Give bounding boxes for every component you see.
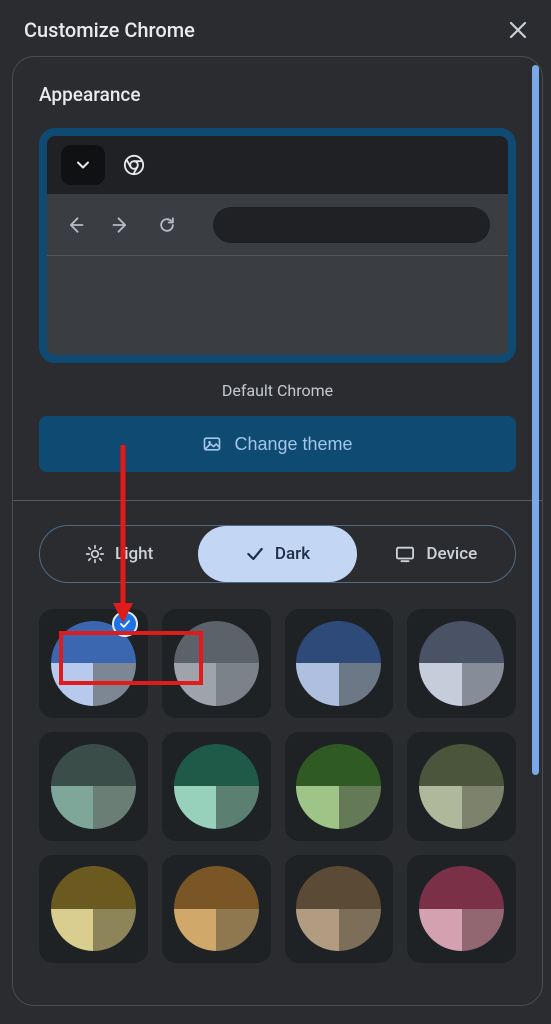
swatch-circle bbox=[296, 621, 381, 706]
back-icon bbox=[65, 215, 85, 235]
chrome-icon bbox=[123, 154, 145, 176]
swatch-circle bbox=[51, 744, 136, 829]
selected-check-icon bbox=[112, 611, 138, 637]
change-theme-button[interactable]: Change theme bbox=[39, 416, 516, 472]
mode-device[interactable]: Device bbox=[357, 526, 515, 582]
mode-light[interactable]: Light bbox=[40, 526, 198, 582]
divider bbox=[13, 500, 542, 501]
preview-toolbar bbox=[47, 194, 508, 256]
customize-chrome-panel: Customize Chrome Appearance bbox=[0, 0, 551, 1024]
swatch-circle bbox=[419, 866, 504, 951]
sun-icon bbox=[85, 544, 105, 564]
color-swatch[interactable] bbox=[162, 732, 271, 841]
swatch-circle bbox=[174, 621, 259, 706]
close-button[interactable] bbox=[509, 21, 527, 39]
mode-device-label: Device bbox=[426, 544, 477, 564]
preview-content bbox=[47, 256, 508, 356]
preview-omnibox bbox=[213, 207, 490, 243]
preview-tab-dropdown bbox=[61, 145, 105, 185]
color-swatch[interactable] bbox=[39, 855, 148, 964]
color-swatch[interactable] bbox=[407, 732, 516, 841]
swatch-circle bbox=[296, 866, 381, 951]
section-title-appearance: Appearance bbox=[39, 83, 516, 106]
color-swatch[interactable] bbox=[162, 855, 271, 964]
preview-tabbar bbox=[47, 136, 508, 194]
color-swatch[interactable] bbox=[285, 732, 394, 841]
color-swatch[interactable] bbox=[285, 609, 394, 718]
change-theme-label: Change theme bbox=[234, 434, 352, 455]
monitor-icon bbox=[394, 545, 416, 563]
theme-name-label: Default Chrome bbox=[39, 381, 516, 400]
swatch-circle bbox=[419, 621, 504, 706]
mode-light-label: Light bbox=[115, 544, 153, 564]
swatch-circle bbox=[419, 744, 504, 829]
image-icon bbox=[202, 434, 222, 454]
color-swatch[interactable] bbox=[407, 609, 516, 718]
check-icon bbox=[245, 544, 265, 564]
forward-icon bbox=[111, 215, 131, 235]
swatch-circle bbox=[174, 866, 259, 951]
reload-icon bbox=[157, 215, 177, 235]
color-swatch[interactable] bbox=[285, 855, 394, 964]
color-swatch[interactable] bbox=[39, 732, 148, 841]
panel-title: Customize Chrome bbox=[24, 18, 195, 42]
mode-dark-label: Dark bbox=[275, 544, 310, 564]
swatch-circle bbox=[51, 866, 136, 951]
color-swatch-grid bbox=[39, 609, 516, 963]
panel-header: Customize Chrome bbox=[0, 0, 551, 56]
color-swatch[interactable] bbox=[39, 609, 148, 718]
swatch-circle bbox=[174, 744, 259, 829]
color-swatch[interactable] bbox=[407, 855, 516, 964]
scroll-area: Appearance bbox=[12, 56, 543, 1006]
scrollbar[interactable] bbox=[532, 65, 539, 775]
swatch-circle bbox=[296, 744, 381, 829]
color-mode-segmented: Light Dark Device bbox=[39, 525, 516, 583]
chevron-down-icon bbox=[76, 158, 90, 172]
color-swatch[interactable] bbox=[162, 609, 271, 718]
mode-dark[interactable]: Dark bbox=[198, 526, 356, 582]
theme-preview bbox=[39, 128, 516, 363]
